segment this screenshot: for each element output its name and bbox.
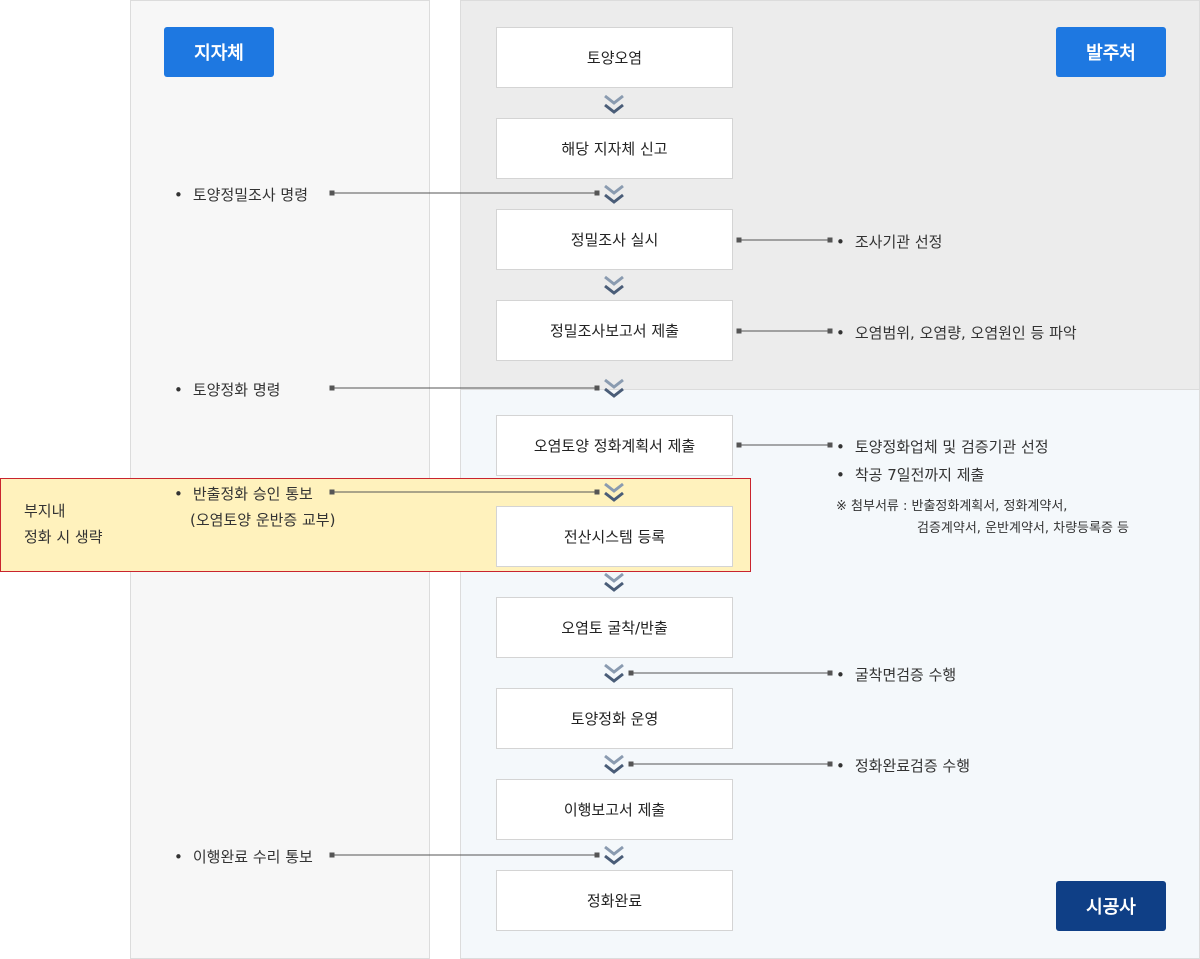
chevron-down-icon [604,663,624,683]
chevron-down-icon [604,845,624,865]
local-government-badge: 지자체 [164,27,274,77]
note-transport-certificate: (오염토양 운반증 교부) [190,511,336,529]
chevron-down-icon [604,275,624,295]
chevron-down-icon [604,378,624,398]
step-completion-report: 이행보고서 제출 [496,779,733,840]
note-contamination-assessment: 오염범위, 오염량, 오염원인 등 파악 [836,322,1077,343]
omission-label: 부지내 정화 시 생략 [24,502,103,546]
chevron-down-icon [604,184,624,204]
note-contractor-selection: 토양정화업체 및 검증기관 선정 [836,436,1049,457]
note-detailed-survey-order: 토양정밀조사 명령 [174,184,308,205]
step-system-registration: 전산시스템 등록 [496,506,733,567]
note-remediation-order: 토양정화 명령 [174,379,281,400]
step-report-to-agency: 해당 지자체 신고 [496,118,733,179]
chevron-down-icon [604,482,624,502]
contractor-badge: 시공사 [1056,881,1166,931]
step-remediation-operation: 토양정화 운영 [496,688,733,749]
step-detailed-survey: 정밀조사 실시 [496,209,733,270]
note-completion-acceptance: 이행완료 수리 통보 [174,846,313,867]
step-soil-contamination: 토양오염 [496,27,733,88]
orderer-badge: 발주처 [1056,27,1166,77]
note-submission-deadline: 착공 7일전까지 제출 [836,464,984,485]
step-excavation: 오염토 굴착/반출 [496,597,733,658]
step-remediation-plan: 오염토양 정화계획서 제출 [496,415,733,476]
step-survey-report: 정밀조사보고서 제출 [496,300,733,361]
note-attachments: ※ 첨부서류 : 반출정화계획서, 정화계약서, [836,499,1068,514]
step-remediation-complete: 정화완료 [496,870,733,931]
note-attachments-cont: 검증계약서, 운반계약서, 차량등록증 등 [917,521,1130,536]
note-completion-verification: 정화완료검증 수행 [836,755,970,776]
note-survey-agency-selection: 조사기관 선정 [836,231,943,252]
note-excavation-verification: 굴착면검증 수행 [836,664,956,685]
chevron-down-icon [604,572,624,592]
note-offsite-approval: 반출정화 승인 통보 [174,483,313,504]
chevron-down-icon [604,94,624,114]
chevron-down-icon [604,754,624,774]
